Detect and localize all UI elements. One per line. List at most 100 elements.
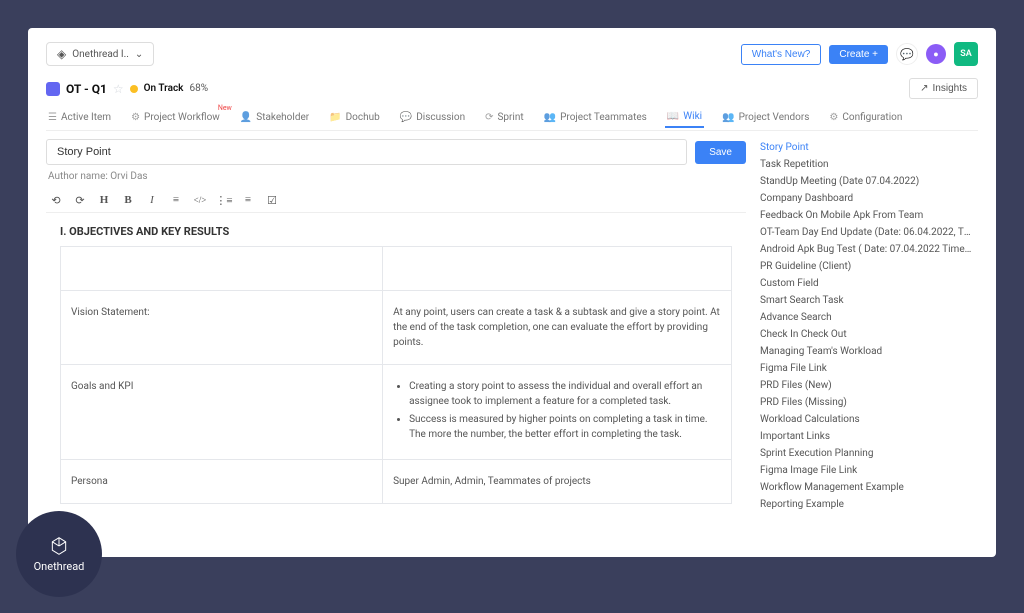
- sidebar-item[interactable]: Managing Team's Workload: [758, 343, 974, 360]
- sidebar-item[interactable]: Workflow Management Example: [758, 479, 974, 496]
- sidebar-item[interactable]: Android Apk Bug Test ( Date: 07.04.2022 …: [758, 241, 974, 258]
- doc-table: Vision Statement:At any point, users can…: [60, 246, 732, 504]
- tab-project-workflow[interactable]: ⚙Project WorkflowNew: [129, 107, 222, 128]
- wiki-title-input[interactable]: [46, 139, 687, 165]
- tab-label: Sprint: [497, 112, 523, 123]
- tab-label: Dochub: [346, 112, 380, 123]
- save-button[interactable]: Save: [695, 141, 746, 164]
- insights-button[interactable]: ↗ Insights: [909, 78, 978, 99]
- table-cell-content[interactable]: Creating a story point to assess the ind…: [383, 365, 732, 460]
- ol-icon[interactable]: ≡: [240, 192, 256, 208]
- avatar[interactable]: SA: [954, 42, 978, 66]
- notification-badge[interactable]: ●: [926, 44, 946, 64]
- sidebar-item[interactable]: Sprint Execution Planning: [758, 445, 974, 462]
- tab-active-item[interactable]: ☰Active Item: [46, 107, 113, 128]
- sidebar-item[interactable]: Workload Calculations: [758, 411, 974, 428]
- sidebar-item[interactable]: Important Links: [758, 428, 974, 445]
- project-icon: [46, 82, 60, 96]
- cube-icon: [49, 536, 69, 556]
- status-text: On Track: [144, 83, 184, 94]
- sidebar-item[interactable]: Advance Search: [758, 309, 974, 326]
- sidebar-item[interactable]: StandUp Meeting (Date 07.04.2022): [758, 173, 974, 190]
- editor-toolbar: ⟲ ⟳ H B I ≡ </> ⋮≡ ≡ ☑: [46, 188, 746, 213]
- ul-icon[interactable]: ⋮≡: [216, 192, 232, 208]
- create-button[interactable]: Create +: [829, 45, 888, 64]
- sidebar-item[interactable]: Smart Search Task: [758, 292, 974, 309]
- sidebar-item[interactable]: Custom Field: [758, 275, 974, 292]
- tab-icon: ⟳: [485, 112, 493, 123]
- sidebar-item[interactable]: OT-Team Day End Update (Date: 06.04.2022…: [758, 224, 974, 241]
- chevron-down-icon: ⌄: [135, 49, 143, 60]
- quote-icon[interactable]: ≡: [168, 192, 184, 208]
- tab-discussion[interactable]: 💬Discussion: [398, 107, 467, 128]
- insights-icon: ↗: [920, 83, 928, 94]
- redo-icon[interactable]: ⟳: [72, 192, 88, 208]
- author-line: Author name: Orvi Das: [48, 171, 744, 182]
- sidebar-item[interactable]: PRD Files (New): [758, 377, 974, 394]
- onethread-logo: Onethread: [16, 511, 102, 597]
- sidebar-item[interactable]: Task Repetition: [758, 156, 974, 173]
- table-cell[interactable]: [61, 247, 383, 291]
- sidebar-item[interactable]: Reporting Example: [758, 496, 974, 513]
- tab-project-teammates[interactable]: 👥Project Teammates: [542, 107, 649, 128]
- progress-text: 68%: [189, 83, 208, 94]
- italic-icon[interactable]: I: [144, 192, 160, 208]
- logo-text: Onethread: [34, 560, 85, 573]
- tab-label: Stakeholder: [256, 112, 309, 123]
- sidebar-item[interactable]: Check In Check Out: [758, 326, 974, 343]
- tab-label: Project Vendors: [739, 112, 810, 123]
- sidebar-item[interactable]: Company Dashboard: [758, 190, 974, 207]
- project-title: OT - Q1: [66, 82, 107, 96]
- status-dot-icon: [130, 85, 138, 93]
- bold-icon[interactable]: B: [120, 192, 136, 208]
- chat-icon[interactable]: 💬: [896, 43, 918, 65]
- editor-column: Save Author name: Orvi Das ⟲ ⟳ H B I ≡ <…: [46, 139, 746, 543]
- new-badge: New: [218, 104, 232, 112]
- whats-new-button[interactable]: What's New?: [741, 44, 822, 65]
- tab-icon: 👥: [722, 112, 734, 123]
- table-row: Goals and KPICreating a story point to a…: [61, 365, 732, 460]
- tab-icon: ⚙: [829, 112, 838, 123]
- sidebar-item[interactable]: PRD Files (Missing): [758, 394, 974, 411]
- tab-dochub[interactable]: 📁Dochub: [327, 107, 382, 128]
- tabs: ☰Active Item ⚙ Project WorkflowNew 👤 Stakeho…: [46, 107, 978, 131]
- tab-icon: 👥: [544, 112, 556, 123]
- sidebar-item[interactable]: Story Point: [758, 139, 974, 156]
- code-icon[interactable]: </>: [192, 192, 208, 208]
- insights-label: Insights: [933, 83, 967, 94]
- wiki-sidebar: Story PointTask RepetitionStandUp Meetin…: [758, 139, 978, 543]
- tab-label: Wiki: [683, 111, 702, 122]
- table-cell-label[interactable]: Vision Statement:: [61, 291, 383, 365]
- tab-label: Configuration: [842, 112, 902, 123]
- sidebar-item[interactable]: PR Guideline (Client): [758, 258, 974, 275]
- content-area: Save Author name: Orvi Das ⟲ ⟳ H B I ≡ <…: [46, 139, 978, 543]
- doc-body[interactable]: I. OBJECTIVES AND KEY RESULTS Vision Sta…: [46, 213, 746, 543]
- tab-project-vendors[interactable]: 👥 Project Vendors: [720, 107, 811, 128]
- table-cell-content[interactable]: At any point, users can create a task & …: [383, 291, 732, 365]
- project-header: OT - Q1 ☆ On Track 68% ↗ Insights: [46, 74, 978, 103]
- sidebar-item[interactable]: Figma Image File Link: [758, 462, 974, 479]
- check-icon[interactable]: ☑: [264, 192, 280, 208]
- table-cell[interactable]: [383, 247, 732, 291]
- tab-stakeholder[interactable]: 👤 Stakeholder: [238, 107, 311, 128]
- tab-wiki[interactable]: 📖Wiki: [665, 107, 704, 128]
- tab-icon: ☰: [48, 112, 57, 123]
- tab-configuration[interactable]: ⚙ Configuration: [827, 107, 904, 128]
- table-cell-content[interactable]: Super Admin, Admin, Teammates of project…: [383, 460, 732, 504]
- star-icon[interactable]: ☆: [113, 82, 124, 96]
- table-cell-label[interactable]: Goals and KPI: [61, 365, 383, 460]
- tab-label: Project Workflow: [144, 112, 220, 123]
- org-icon: ◈: [57, 47, 66, 61]
- doc-heading: I. OBJECTIVES AND KEY RESULTS: [60, 225, 732, 238]
- tab-icon: 💬: [400, 112, 412, 123]
- tab-icon: 👤: [240, 112, 252, 123]
- sidebar-item[interactable]: Feedback On Mobile Apk From Team: [758, 207, 974, 224]
- tab-icon: ⚙: [131, 112, 140, 123]
- top-bar: ◈ Onethread I.. ⌄ What's New? Create + 💬…: [46, 42, 978, 74]
- org-selector[interactable]: ◈ Onethread I.. ⌄: [46, 42, 154, 66]
- heading-icon[interactable]: H: [96, 192, 112, 208]
- tab-sprint[interactable]: ⟳ Sprint: [483, 107, 526, 128]
- undo-icon[interactable]: ⟲: [48, 192, 64, 208]
- sidebar-item[interactable]: Figma File Link: [758, 360, 974, 377]
- table-cell-label[interactable]: Persona: [61, 460, 383, 504]
